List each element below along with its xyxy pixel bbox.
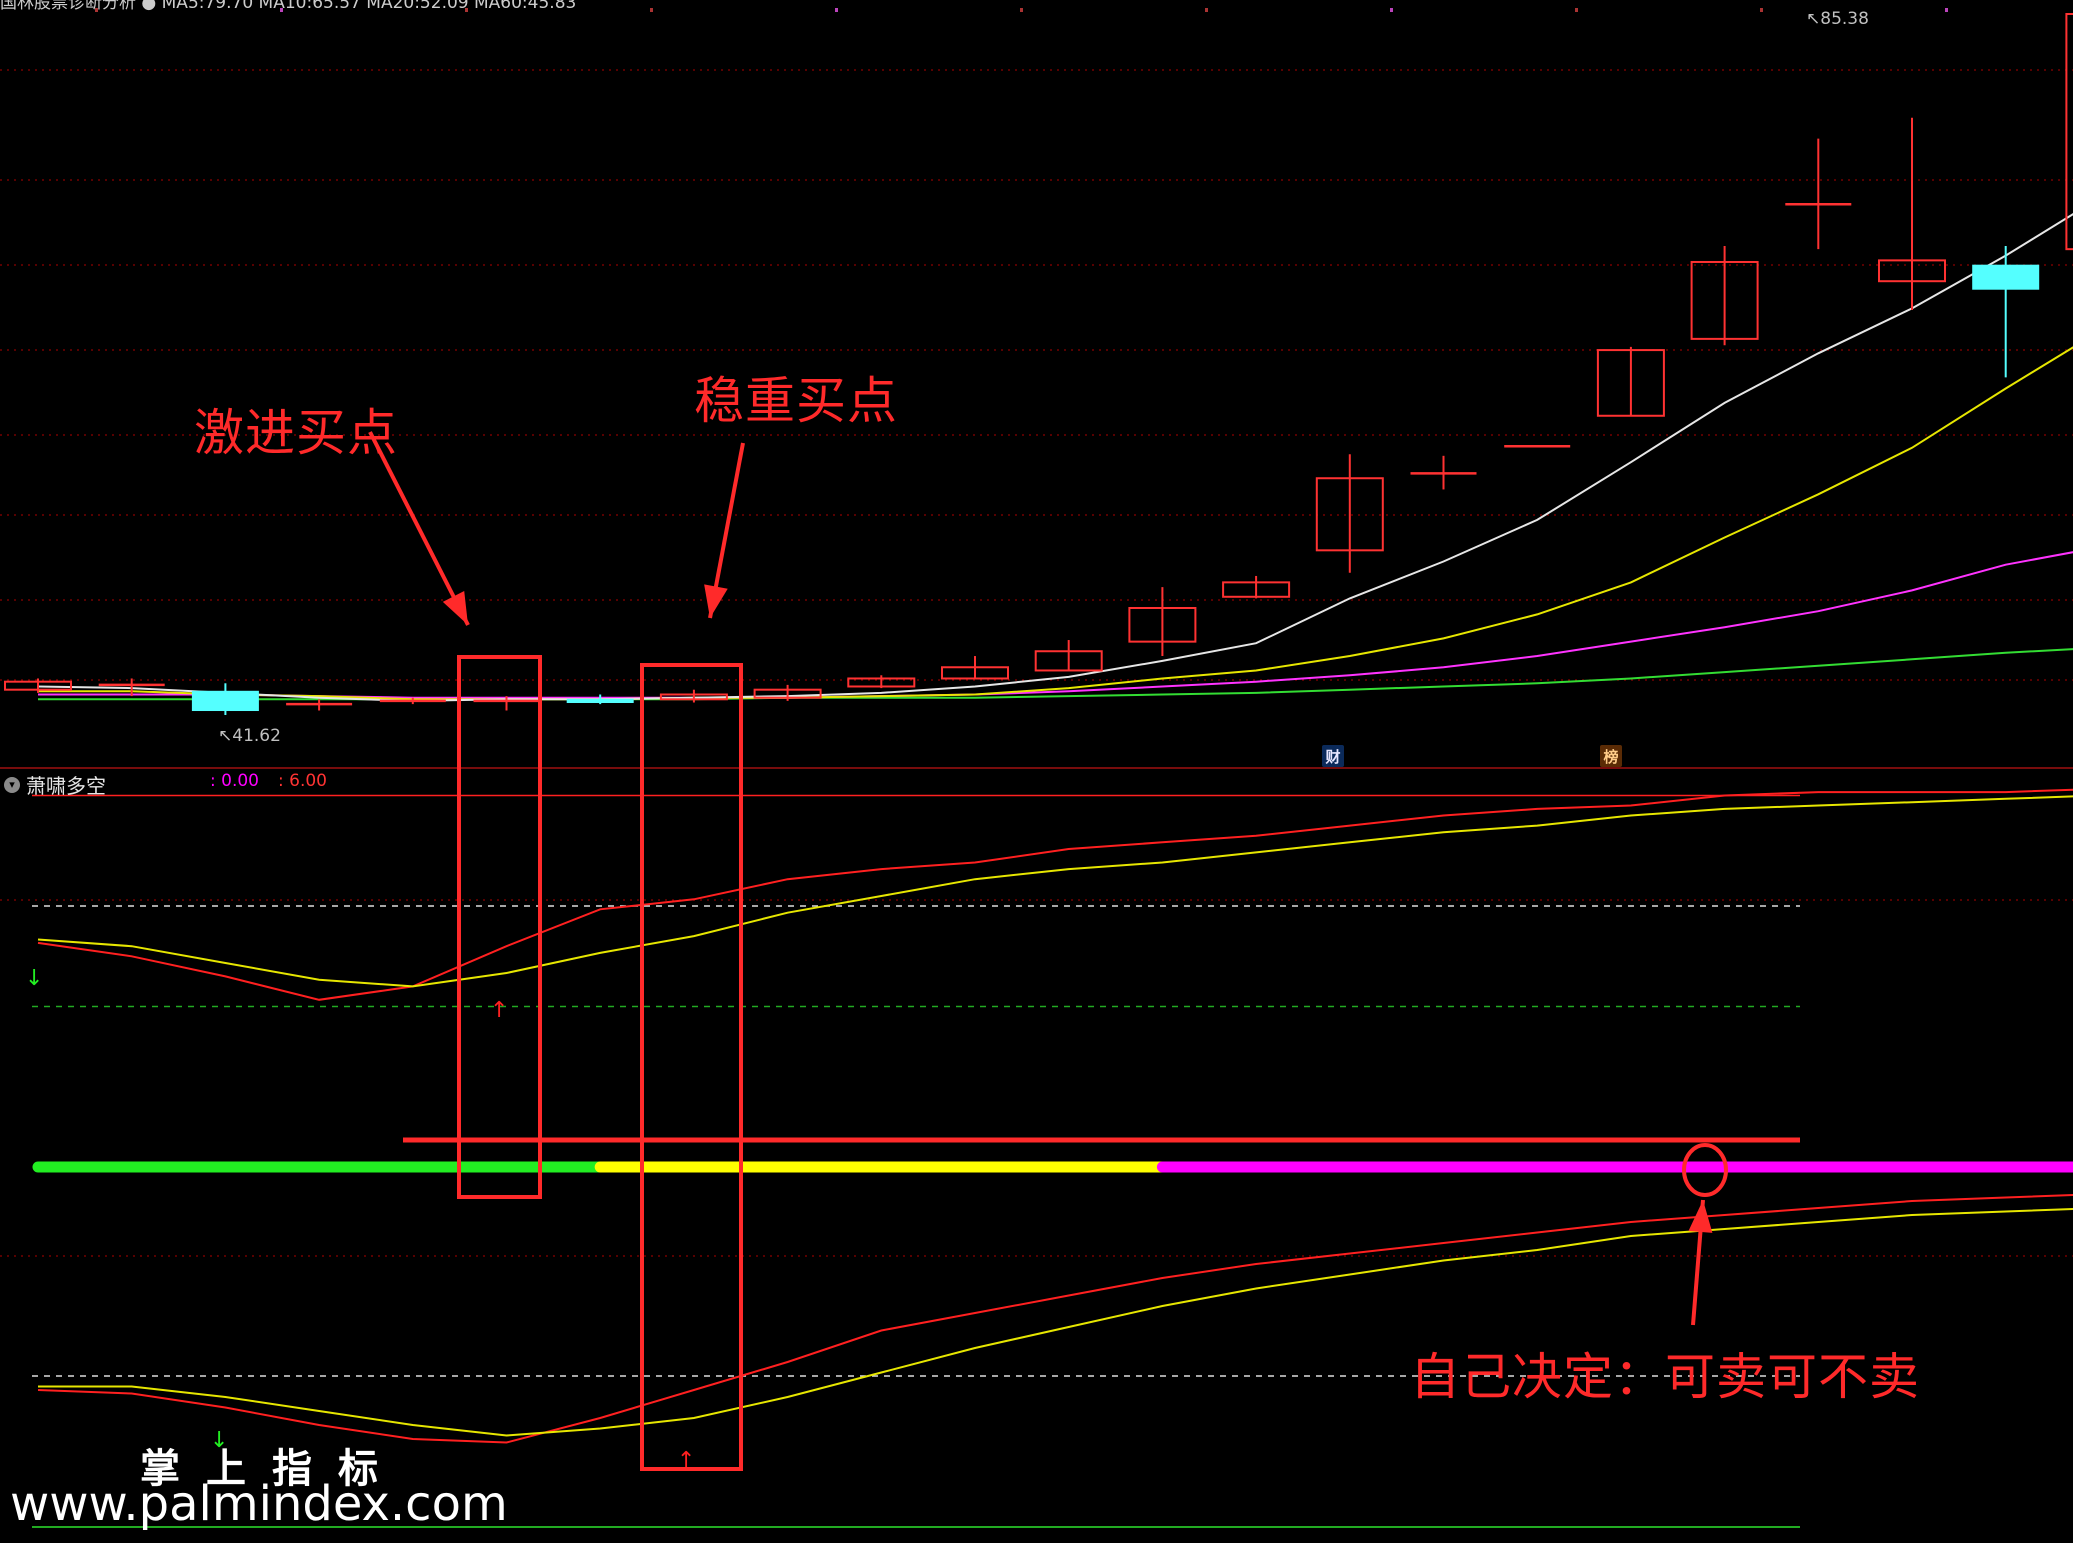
candle [753,684,822,701]
decide-arrow-icon [1688,1199,1713,1326]
ranking-badge[interactable]: 榜 [1600,745,1622,767]
aggressive-highlight-box [457,655,542,1199]
candle [847,675,916,689]
candle [1972,245,2040,378]
top-tick [835,8,838,12]
decide-sell-annotation: 自己决定：可卖可不卖 [1410,1348,1920,1406]
top-tick [1205,8,1208,12]
grid-layer [0,8,2073,1257]
low-price-arrow-icon: ↖ [218,726,233,746]
indicator-value-2: : 6.00 [278,771,327,791]
steady-highlight-box [640,663,743,1471]
watermark-url: www.palmindex.com [10,1476,508,1532]
chevron-down-icon[interactable]: ▾ [4,776,20,793]
aggressive-buy-annotation: 激进买点 [194,404,398,462]
indicator-header[interactable]: ▾ 萧啸多空 [4,770,106,799]
top-tick [1575,8,1578,12]
candle [1410,455,1477,490]
low-price-value: 41.62 [232,726,281,746]
candle [659,689,728,703]
candle [941,656,1009,680]
ind1-series-1 [37,795,2073,988]
candle [1034,640,1103,672]
steady-arrow-icon-head [704,584,728,618]
top-tick [1945,8,1948,12]
buy-arrow-icon: ↑ [490,998,508,1023]
finance-badge[interactable]: 财 [1322,745,1344,767]
top-tick [650,8,653,12]
top-tick [1020,8,1023,12]
candle [1878,117,1946,311]
sell-arrow-icon: ↓ [25,966,43,991]
candle [1222,575,1291,599]
high-price-arrow-icon: ↖ [1806,9,1821,29]
indicator-upper-panel: ↓↑ [25,788,2073,1023]
candle [191,683,259,715]
chart-canvas[interactable]: ↓↑ ↓↑ [0,0,2073,1539]
low-price-label: ↖41.62 [218,726,281,746]
top-tick [1760,8,1763,12]
candle [566,694,634,705]
stock-chart[interactable]: ↓ ↑ ↓ ↑ [0,0,2073,1539]
high-price-label: ↖85.38 [1806,9,1869,29]
candle [1596,346,1665,417]
candle [286,699,353,711]
candles [4,13,2073,715]
steady-buy-annotation: 稳重买点 [694,372,898,430]
candle [1128,587,1197,657]
candle [1690,245,1759,346]
ma20-line [38,551,2073,699]
aggressive-arrow-icon-head [442,591,468,625]
ind1-series-0 [37,788,2073,1001]
candle [1315,454,1384,573]
candle-body [191,690,259,712]
indicator-name: 萧啸多空 [26,774,106,798]
annotation-overlays [368,431,1800,1471]
candle-body [566,698,634,704]
top-tick [1390,8,1393,12]
price-legend: 国林股票诊断分析 ● MA5:79.70 MA10:65.57 MA20:52.… [0,0,577,13]
candle-body [1972,264,2040,290]
indicator-value-1: : 0.00 [210,771,259,791]
candle [1785,138,1852,250]
high-price-value: 85.38 [1820,9,1869,29]
steady-arrow-icon [704,442,745,619]
